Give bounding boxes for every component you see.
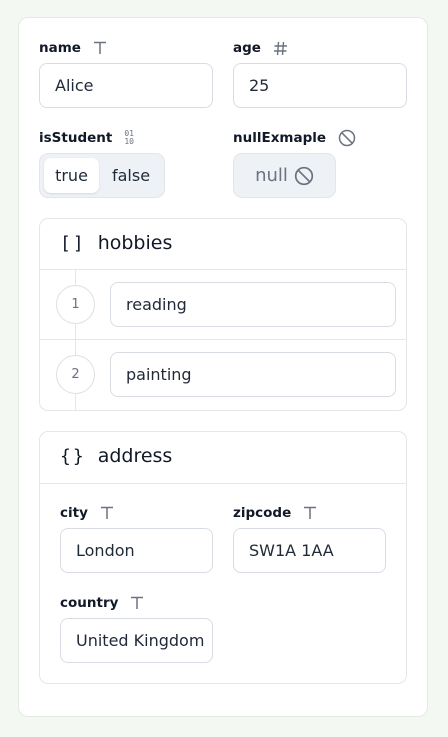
null-type-icon	[338, 129, 356, 147]
hobby-value: painting	[126, 365, 192, 384]
toggle-false-option[interactable]: false	[102, 158, 160, 193]
divider	[40, 269, 406, 270]
index-number: 2	[71, 367, 80, 382]
number-type-icon	[273, 41, 288, 56]
name-input[interactable]: Alice	[39, 63, 213, 108]
nullExample-label: nullExmaple	[233, 130, 327, 146]
object-brace-icon: {}	[60, 445, 86, 467]
field-label-nullExample: nullExmaple	[233, 129, 356, 147]
hobby-value: reading	[126, 295, 187, 314]
age-value: 25	[249, 76, 270, 95]
array-bracket-icon: []	[60, 232, 86, 254]
text-type-icon	[303, 506, 317, 520]
hobbies-group: [] hobbies 1 reading 2 painting	[39, 218, 407, 411]
field-label-city: city	[60, 504, 114, 522]
name-label: name	[39, 40, 81, 56]
country-input[interactable]: United Kingdom	[60, 618, 213, 663]
null-value-text: null	[255, 165, 288, 186]
isStudent-label: isStudent	[39, 130, 113, 146]
address-header: {} address	[60, 445, 172, 467]
null-value-box[interactable]: null	[233, 153, 336, 198]
zipcode-input[interactable]: SW1A 1AA	[233, 528, 386, 573]
zipcode-label: zipcode	[233, 505, 292, 521]
null-icon	[294, 166, 314, 186]
boolean-type-icon: 01 10	[124, 129, 134, 146]
hobbies-header: [] hobbies	[60, 232, 172, 254]
city-input[interactable]: London	[60, 528, 213, 573]
text-type-icon	[100, 506, 114, 520]
divider	[40, 483, 406, 484]
list-index-badge: 2	[56, 355, 95, 394]
city-value: London	[76, 541, 135, 560]
hobby-input[interactable]: reading	[110, 282, 396, 327]
hobbies-title: hobbies	[97, 232, 173, 254]
text-type-icon	[93, 41, 107, 55]
address-title: address	[97, 445, 173, 467]
name-value: Alice	[55, 76, 94, 95]
age-input[interactable]: 25	[233, 63, 407, 108]
divider	[40, 339, 406, 340]
isStudent-toggle[interactable]: true false	[39, 153, 165, 198]
field-label-zipcode: zipcode	[233, 504, 317, 522]
address-group: {} address city London zipcode SW1A 1AA …	[39, 431, 407, 684]
field-label-name: name	[39, 39, 107, 57]
text-type-icon	[130, 596, 144, 610]
index-number: 1	[71, 297, 80, 312]
city-label: city	[60, 505, 88, 521]
list-index-badge: 1	[56, 285, 95, 324]
country-value: United Kingdom	[76, 631, 205, 650]
field-label-age: age	[233, 39, 288, 57]
field-label-isStudent: isStudent 01 10	[39, 129, 134, 147]
hobby-input[interactable]: painting	[110, 352, 396, 397]
toggle-true-option[interactable]: true	[44, 158, 99, 193]
country-label: country	[60, 595, 119, 611]
field-label-country: country	[60, 594, 144, 612]
age-label: age	[233, 40, 261, 56]
zipcode-value: SW1A 1AA	[249, 541, 334, 560]
